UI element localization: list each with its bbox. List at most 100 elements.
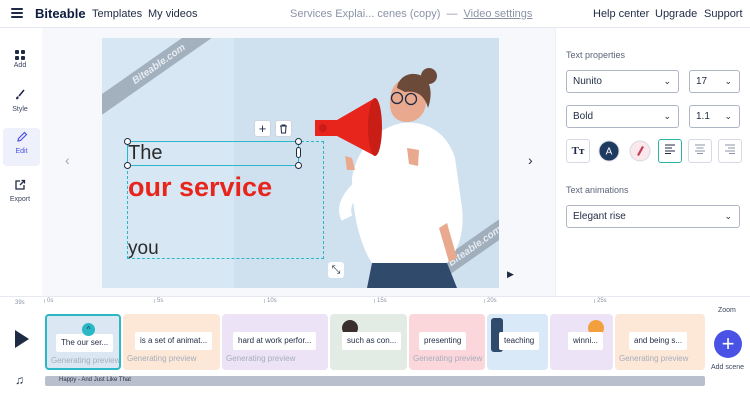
text-style-icon: Tт <box>571 145 585 157</box>
line-height-value: 1.1 <box>696 111 710 122</box>
previous-scene-arrow[interactable]: ‹ <box>65 152 70 168</box>
resize-handle-bottom-left[interactable] <box>124 162 131 169</box>
help-center-link[interactable]: Help center <box>593 8 649 20</box>
brand-logo[interactable]: Biteable <box>35 6 86 21</box>
chevron-down-icon: ⌄ <box>724 111 732 121</box>
chevron-up-icon[interactable]: ^ <box>82 323 95 336</box>
scene-4[interactable]: such as con... <box>330 314 407 370</box>
text-style-button[interactable]: Tт <box>566 139 590 163</box>
sidebar-item-add[interactable]: Add <box>0 42 40 80</box>
sidebar-item-label: Edit <box>15 148 28 155</box>
app-root: Biteable Templates My videos Services Ex… <box>0 0 750 400</box>
chevron-down-icon: ⌄ <box>724 211 732 221</box>
sidebar-item-label: Add <box>13 62 27 69</box>
svg-text:A: A <box>606 147 613 158</box>
resize-handle-top-right[interactable] <box>295 138 302 145</box>
delete-icon[interactable] <box>275 120 292 137</box>
text-animations-title: Text animations <box>566 185 629 195</box>
play-button[interactable] <box>15 330 29 348</box>
scene-status: Generating preview <box>127 354 197 363</box>
font-weight-value: Bold <box>573 111 594 122</box>
font-weight-select[interactable]: Bold ⌄ <box>566 105 679 128</box>
left-sidebar: Add Style Edit Export <box>0 28 42 296</box>
scene-6[interactable]: teaching <box>487 314 548 370</box>
scene-status: Generating preview <box>619 354 689 363</box>
nav-my-videos[interactable]: My videos <box>148 8 198 20</box>
zoom-label[interactable]: Zoom <box>718 307 736 314</box>
scene-label: The our ser... <box>56 334 114 352</box>
expand-icon[interactable]: ⤡ <box>328 262 344 278</box>
sidebar-item-edit[interactable]: Edit <box>3 128 40 166</box>
project-title-bar: Services Explai... cenes (copy) — Video … <box>290 8 532 20</box>
scene-3[interactable]: hard at work perfor... Generating previe… <box>222 314 328 370</box>
align-center-button[interactable] <box>688 139 712 163</box>
highlight-color-icon <box>629 140 651 162</box>
export-icon <box>0 178 40 196</box>
upgrade-link[interactable]: Upgrade <box>655 8 697 20</box>
highlight-color-button[interactable] <box>628 139 652 163</box>
align-right-button[interactable] <box>718 139 742 163</box>
scene-label: teaching <box>499 332 540 350</box>
pencil-icon <box>3 130 40 148</box>
scene-2[interactable]: is a set of animat... Generating preview <box>123 314 220 370</box>
play-preview-icon[interactable]: ▶ <box>507 269 514 280</box>
audio-track-label: Happy - And Just Like That <box>59 377 131 383</box>
text-properties-title: Text properties <box>566 50 626 60</box>
scene-label: winni... <box>568 332 603 350</box>
sidebar-item-export[interactable]: Export <box>0 176 40 214</box>
add-element-icon[interactable]: + <box>254 120 271 137</box>
resize-handle-top-left[interactable] <box>124 138 131 145</box>
music-icon[interactable]: ♫ <box>15 373 24 387</box>
add-scene-button[interactable]: + <box>714 330 742 358</box>
font-size-value: 17 <box>696 76 708 87</box>
scene-1[interactable]: The our ser... Generating preview ^ <box>45 314 121 370</box>
text-line-2[interactable]: our service <box>128 172 272 203</box>
scene-7[interactable]: winni... <box>550 314 613 370</box>
next-scene-arrow[interactable]: › <box>528 152 533 168</box>
project-title[interactable]: Services Explai... cenes (copy) <box>290 8 440 20</box>
scene-label: hard at work perfor... <box>233 332 317 350</box>
nav-templates[interactable]: Templates <box>92 8 142 20</box>
resize-handle-right[interactable] <box>296 147 301 158</box>
scene-5[interactable]: presenting Generating preview <box>409 314 485 370</box>
font-color-button[interactable]: A <box>597 139 621 163</box>
total-duration: 39s <box>15 300 25 306</box>
font-size-select[interactable]: 17 ⌄ <box>689 70 740 93</box>
scene-status: Generating preview <box>413 354 483 363</box>
line-height-select[interactable]: 1.1 ⌄ <box>689 105 740 128</box>
chevron-down-icon: ⌄ <box>724 76 732 86</box>
menu-icon[interactable] <box>11 8 23 18</box>
add-scene-label: Add scene <box>711 364 745 371</box>
scene-status: Generating preview <box>226 354 296 363</box>
align-center-icon <box>695 144 705 154</box>
scene-label: is a set of animat... <box>135 332 213 350</box>
align-right-icon <box>725 144 735 154</box>
scene-label: such as con... <box>342 332 402 350</box>
video-settings-link[interactable]: Video settings <box>464 8 533 20</box>
sidebar-item-label: Style <box>12 106 28 113</box>
chevron-down-icon: ⌄ <box>663 76 671 86</box>
scene-label: presenting <box>419 332 467 350</box>
selection-outline <box>127 141 299 166</box>
title-separator: — <box>446 8 458 20</box>
brush-icon <box>0 88 40 106</box>
text-animation-select[interactable]: Elegant rise ⌄ <box>566 205 740 228</box>
text-animation-value: Elegant rise <box>573 211 626 222</box>
grid-icon <box>0 44 40 62</box>
align-left-icon <box>665 144 675 154</box>
scene-label: and being s... <box>629 332 688 350</box>
support-link[interactable]: Support <box>704 8 743 20</box>
text-line-3[interactable]: you <box>128 238 159 260</box>
align-left-button[interactable] <box>658 139 682 163</box>
font-select[interactable]: Nunito ⌄ <box>566 70 679 93</box>
plus-icon: + <box>721 331 735 356</box>
timeline-ruler[interactable]: 0s 5s 10s 15s 20s 25s <box>44 298 705 309</box>
scene-8[interactable]: and being s... Generating preview <box>615 314 705 370</box>
sidebar-item-label: Export <box>9 196 31 203</box>
scene-status: Generating preview <box>51 356 121 365</box>
audio-track[interactable]: Happy - And Just Like That <box>45 376 705 386</box>
sidebar-item-style[interactable]: Style <box>0 86 40 124</box>
resize-handle-bottom-right[interactable] <box>295 162 302 169</box>
font-color-icon: A <box>598 140 620 162</box>
woman-megaphone-illustration <box>315 68 463 288</box>
